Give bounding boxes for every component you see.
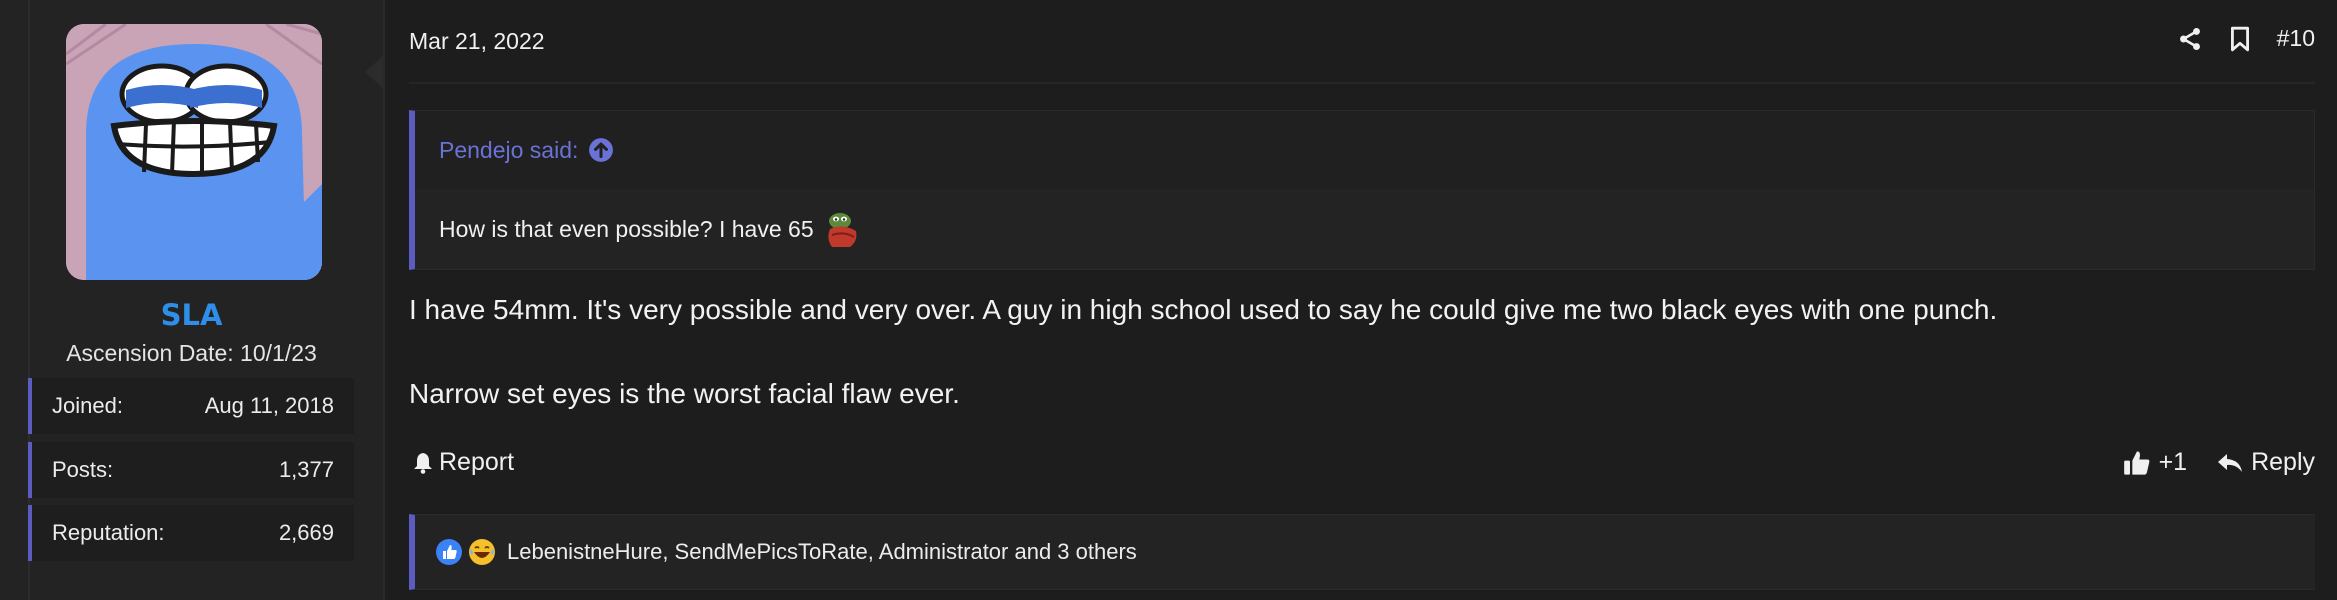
quote-text: How is that even possible? I have 65 — [439, 215, 814, 242]
share-icon[interactable] — [2177, 26, 2203, 52]
post-permalink[interactable]: #10 — [2277, 25, 2315, 52]
thumbs-up-icon — [2123, 449, 2151, 477]
report-button[interactable]: Report — [413, 448, 514, 477]
user-title: Ascension Date: 10/1/23 — [66, 340, 317, 366]
username[interactable]: SLA — [0, 298, 383, 332]
post-pointer — [365, 56, 383, 88]
like-button[interactable]: +1 — [2123, 448, 2188, 477]
message-paragraph: I have 54mm. It's very possible and very… — [409, 294, 1998, 325]
stat-label: Joined: — [52, 393, 123, 418]
bell-icon — [413, 452, 433, 474]
stat-joined: Joined: Aug 11, 2018 — [28, 378, 354, 434]
reply-button[interactable]: Reply — [2217, 448, 2315, 477]
like-count: +1 — [2158, 448, 2188, 476]
report-label: Report — [439, 448, 515, 476]
reply-icon — [2217, 451, 2243, 475]
reply-label: Reply — [2251, 448, 2315, 476]
laugh-reaction-icon — [467, 537, 497, 567]
stat-label: Posts: — [52, 457, 114, 482]
quote-block: Pendejo said: How is that even possible?… — [409, 110, 2315, 270]
stat-value: Aug 11, 2018 — [204, 393, 334, 418]
user-sidebar: SLA Ascension Date: 10/1/23 Joined: Aug … — [0, 0, 385, 600]
header-divider — [409, 82, 2315, 84]
quote-content: How is that even possible? I have 65 — [415, 189, 2314, 269]
message-paragraph: Narrow set eyes is the worst facial flaw… — [409, 378, 960, 409]
post-date[interactable]: Mar 21, 2022 — [409, 28, 545, 55]
stat-posts: Posts: 1,377 — [28, 442, 354, 498]
stat-value: 2,669 — [278, 520, 334, 545]
like-reaction-icon — [435, 538, 463, 566]
stat-value: 1,377 — [278, 457, 334, 482]
quote-author[interactable]: Pendejo said: — [439, 137, 578, 164]
arrow-up-circle-icon[interactable] — [588, 137, 614, 163]
stat-reputation: Reputation: 2,669 — [28, 505, 354, 561]
post-footer-actions: +1 Reply — [2123, 448, 2315, 477]
reactions-bar[interactable]: LebenistneHure, SendMePicsToRate, Admini… — [409, 514, 2315, 590]
stat-label: Reputation: — [52, 520, 165, 545]
avatar[interactable] — [66, 24, 322, 280]
bookmark-icon[interactable] — [2229, 26, 2251, 52]
avatar-image — [66, 24, 322, 280]
reaction-users[interactable]: LebenistneHure, SendMePicsToRate, Admini… — [507, 539, 1137, 565]
pepe-emoji-icon — [822, 209, 862, 249]
post-header-actions: #10 — [2177, 25, 2315, 52]
quote-header[interactable]: Pendejo said: — [415, 111, 2314, 189]
